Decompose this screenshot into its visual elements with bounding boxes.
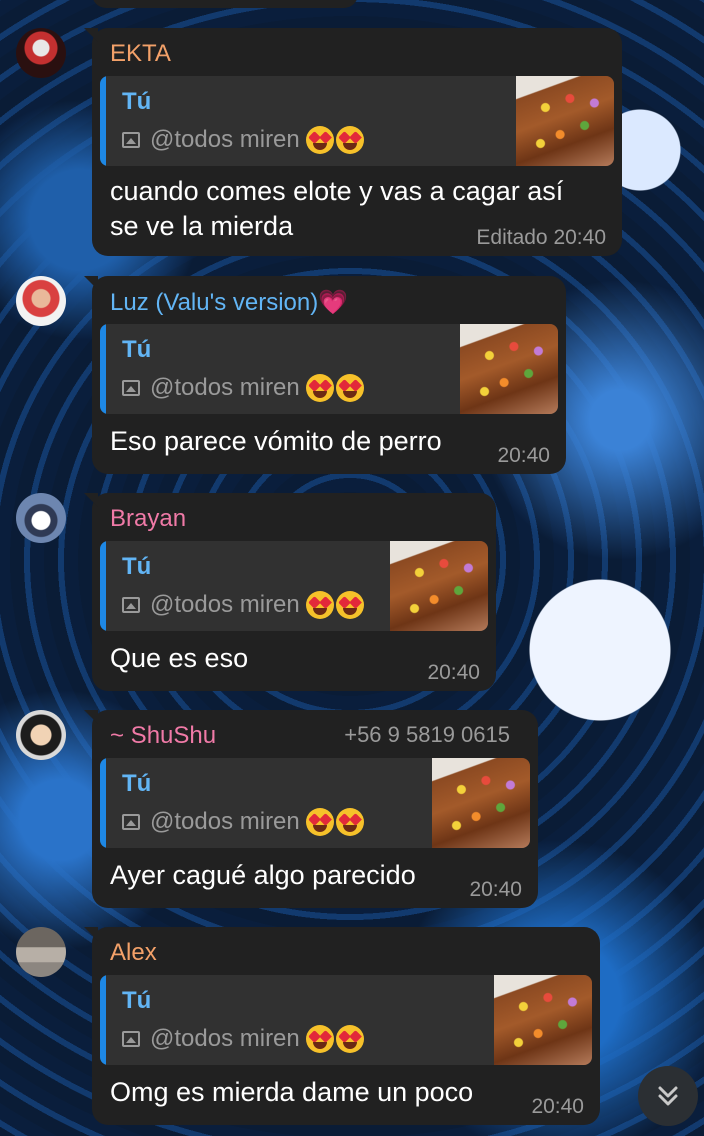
reply-preview[interactable]: Tú @todos miren [100, 76, 614, 166]
image-icon [122, 597, 140, 613]
reply-content: @todos miren [122, 374, 364, 402]
avatar[interactable] [16, 927, 66, 977]
message-text: Ayer cagué algo parecido [110, 860, 416, 890]
reply-thumbnail[interactable] [432, 758, 530, 848]
reply-sender: Tú [122, 553, 152, 580]
reply-content: @todos miren [122, 591, 364, 619]
message-time: 20:40 [531, 1095, 584, 1118]
message-bubble[interactable]: EKTA Tú @todos miren cuando comes elote … [84, 28, 622, 256]
reply-accent-bar [100, 758, 106, 848]
sender-name[interactable]: Alex [110, 939, 157, 967]
message-text: Que es eso [110, 643, 249, 673]
reply-text: @todos miren [150, 126, 300, 153]
reply-thumbnail[interactable] [494, 975, 592, 1065]
message-time: 20:40 [469, 878, 522, 901]
reply-preview[interactable]: Tú @todos miren [100, 324, 558, 414]
message-bubble[interactable]: ~ ShuShu +56 9 5819 0615 Tú @todos miren… [84, 710, 538, 908]
double-chevron-down-icon [658, 1086, 678, 1106]
heart-eyes-emoji-icon [305, 126, 364, 154]
avatar-initial [16, 493, 66, 543]
reply-content: @todos miren [122, 808, 364, 836]
reply-preview[interactable]: Tú @todos miren [100, 975, 592, 1065]
message-time: 20:40 [497, 444, 550, 467]
sender-name[interactable]: EKTA [110, 40, 171, 68]
scroll-to-bottom-button[interactable] [638, 1066, 698, 1126]
avatar[interactable] [16, 493, 66, 543]
heart-eyes-emoji-icon [305, 1025, 364, 1053]
reply-text: @todos miren [150, 808, 300, 835]
sender-name[interactable]: Luz (Valu's version)💗 [110, 288, 348, 317]
reply-accent-bar [100, 541, 106, 631]
avatar-initial [16, 28, 66, 78]
message-time: Editado 20:40 [476, 226, 606, 249]
avatar-initial [16, 710, 66, 760]
reply-sender: Tú [122, 770, 152, 797]
reply-thumbnail[interactable] [516, 76, 614, 166]
message-bubble[interactable]: Luz (Valu's version)💗 Tú @todos miren Es… [84, 276, 566, 474]
message-text: cuando comes elote y vas a cagar así [110, 176, 564, 206]
reply-thumbnail[interactable] [460, 324, 558, 414]
heart-eyes-emoji-icon [305, 808, 364, 836]
message-bubble[interactable]: Alex Tú @todos miren Omg es mierda dame … [84, 927, 600, 1125]
message-bubble[interactable]: Brayan Tú @todos miren Que es eso 20:40 [84, 493, 496, 691]
previous-message-bubble[interactable] [92, 0, 358, 8]
reply-content: @todos miren [122, 1025, 364, 1053]
avatar[interactable] [16, 276, 66, 326]
sender-name[interactable]: Brayan [110, 505, 186, 533]
reply-text: @todos miren [150, 1025, 300, 1052]
image-icon [122, 814, 140, 830]
reply-text: @todos miren [150, 591, 300, 618]
avatar[interactable] [16, 710, 66, 760]
message-text: Omg es mierda dame un poco [110, 1077, 474, 1107]
image-icon [122, 132, 140, 148]
avatar[interactable] [16, 28, 66, 78]
message-time: 20:40 [427, 661, 480, 684]
avatar-initial [16, 927, 66, 977]
avatar-initial [16, 276, 66, 326]
reply-thumbnail[interactable] [390, 541, 488, 631]
reply-preview[interactable]: Tú @todos miren [100, 758, 530, 848]
sender-phone: +56 9 5819 0615 [344, 722, 510, 747]
reply-preview[interactable]: Tú @todos miren [100, 541, 488, 631]
message-text: se ve la mierda [110, 211, 294, 241]
message-text: Eso parece vómito de perro [110, 426, 442, 456]
sender-name[interactable]: ~ ShuShu [110, 722, 216, 750]
reply-accent-bar [100, 76, 106, 166]
reply-sender: Tú [122, 987, 152, 1014]
reply-sender: Tú [122, 88, 152, 115]
reply-accent-bar [100, 324, 106, 414]
image-icon [122, 380, 140, 396]
reply-text: @todos miren [150, 374, 300, 401]
reply-sender: Tú [122, 336, 152, 363]
reply-content: @todos miren [122, 126, 364, 154]
image-icon [122, 1031, 140, 1047]
heart-eyes-emoji-icon [305, 591, 364, 619]
heart-eyes-emoji-icon [305, 374, 364, 402]
reply-accent-bar [100, 975, 106, 1065]
